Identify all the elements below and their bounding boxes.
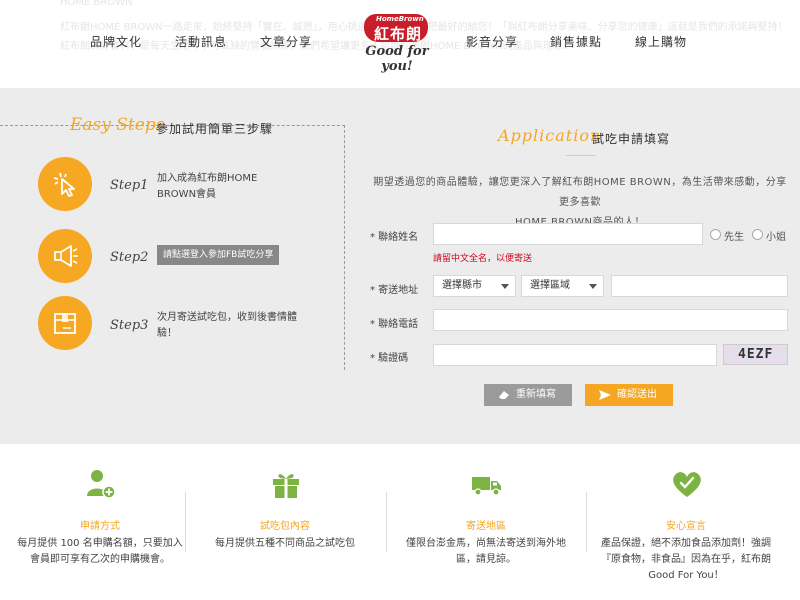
step1-text-line2: BROWN會員 <box>157 189 217 200</box>
district-select-value: 選擇區域 <box>530 280 570 291</box>
feature-text-line: 產品保證，絕不添加食品添加劑！強調 <box>601 538 771 549</box>
district-select[interactable]: 選擇區域 <box>521 275 604 297</box>
megaphone-icon <box>54 245 78 267</box>
feature-text-line: 僅限台澎金馬，尚無法寄送到海外地 <box>406 538 566 549</box>
feature-text: 產品保證，絕不添加食品添加劑！強調 『原食物，非食品』因為在乎，紅布朗 Good… <box>586 536 786 584</box>
feature-title: 試吃包內容 <box>260 521 310 532</box>
gender-ms-radio[interactable] <box>752 229 763 240</box>
captcha-code: 4EZF <box>738 347 774 362</box>
package-icon <box>54 313 76 334</box>
nav-item-brand-culture[interactable]: 品牌文化 <box>90 33 142 50</box>
step1-label: Step1 <box>110 178 149 193</box>
step1-circle <box>38 157 92 211</box>
name-label: * 聯絡姓名 <box>370 232 419 243</box>
feature-safety-declaration: 安心宣言 產品保證，絕不添加食品添加劑！強調 『原食物，非食品』因為在乎，紅布朗… <box>586 444 786 600</box>
brand-logo[interactable]: HomeBrown 紅布朗 Good for you! <box>352 14 442 74</box>
feature-shipping-area: 寄送地區 僅限台澎金馬，尚無法寄送到海外地 區，請見諒。 <box>386 444 586 600</box>
description-line: 期望透過您的商品體驗，讓您更深入了解紅布朗HOME BROWN，為生活帶來感動，… <box>373 177 787 208</box>
nav-item-online-shop[interactable]: 線上購物 <box>635 33 687 50</box>
logo-tagline: Good for you! <box>365 44 429 74</box>
step3-text-line2: 驗！ <box>157 328 177 339</box>
fb-trial-share-button[interactable]: 請點選登入參加FB試吃分享 <box>157 245 280 265</box>
feature-title: 安心宣言 <box>666 521 706 532</box>
captcha-label: * 驗證碼 <box>370 353 409 364</box>
feature-text: 每月提供 100 名申購名額，只要加入 會員即可享有乙次的申購機會。 <box>0 536 200 568</box>
feature-text: 僅限台澎金馬，尚無法寄送到海外地 區，請見諒。 <box>386 536 586 568</box>
truck-icon <box>472 477 501 496</box>
captcha-image[interactable]: 4EZF <box>723 344 788 365</box>
address-input[interactable] <box>611 275 788 297</box>
phone-label: * 聯絡電話 <box>370 319 419 330</box>
submit-button-label: 確認送出 <box>617 389 657 400</box>
logo-main-text: 紅布朗 <box>374 25 423 43</box>
easy-steps-script: Easy Steps <box>70 115 165 135</box>
nav-item-events[interactable]: 活動訊息 <box>175 33 227 50</box>
name-hint: 請留中文全名，以便寄送 <box>433 254 533 264</box>
nav-item-videos[interactable]: 影音分享 <box>466 33 518 50</box>
submit-button[interactable]: 確認送出 <box>585 384 673 406</box>
user-add-icon <box>87 470 116 499</box>
step3-circle <box>38 296 92 350</box>
feature-title: 寄送地區 <box>466 521 506 532</box>
phone-input[interactable] <box>433 309 788 331</box>
step3-text-line1: 次月寄送試吃包，收到後書情體 <box>157 312 297 323</box>
feature-text-line: 區，請見諒。 <box>456 554 516 565</box>
title-divider <box>566 155 596 156</box>
cursor-click-icon <box>53 172 75 197</box>
feature-text-line: 會員即可享有乙次的申購機會。 <box>30 554 170 565</box>
feature-apply-method: 申請方式 每月提供 100 名申購名額，只要加入 會員即可享有乙次的申購機會。 <box>0 444 200 600</box>
application-title: 試吃申請填寫 <box>592 132 671 146</box>
step2-circle <box>38 229 92 283</box>
nav-item-stores[interactable]: 銷售據點 <box>550 33 602 50</box>
reset-button[interactable]: 重新填寫 <box>484 384 572 406</box>
captcha-input[interactable] <box>433 344 717 366</box>
step3-label: Step3 <box>110 318 149 333</box>
county-select[interactable]: 選擇縣市 <box>433 275 516 297</box>
application-script: Application <box>498 126 602 145</box>
name-input[interactable] <box>433 223 703 245</box>
feature-text-line: 『原食物，非食品』因為在乎，紅布朗 <box>601 554 771 565</box>
gift-icon <box>273 474 299 498</box>
address-label: * 寄送地址 <box>370 285 419 296</box>
gender-mr-radio[interactable] <box>710 229 721 240</box>
feature-text: 每月提供五種不同商品之試吃包 <box>185 536 385 552</box>
nav-item-articles[interactable]: 文章分享 <box>260 33 312 50</box>
step2-label: Step2 <box>110 250 149 265</box>
feature-text-line: Good For You！ <box>648 570 724 581</box>
feature-title: 申請方式 <box>80 521 120 532</box>
reset-button-label: 重新填寫 <box>516 389 556 400</box>
eraser-icon <box>499 391 509 399</box>
trial-application-section: Easy Steps 參加試用簡單三步驟 Step1 加入成為紅布朗HOME B… <box>0 88 800 444</box>
header-ghost-text: HOME BROWN <box>60 0 133 8</box>
site-header: HOME BROWN 紅布朗HOME BROWN一路走來，始終堅持「實在、誠懇」… <box>0 0 800 88</box>
feature-package-content: 試吃包內容 每月提供五種不同商品之試吃包 <box>185 444 385 600</box>
feature-text-line: 每月提供五種不同商品之試吃包 <box>215 538 355 549</box>
feature-text-line: 每月提供 100 名申購名額，只要加入 <box>17 538 183 549</box>
step1-text-line1: 加入成為紅布朗HOME <box>157 173 258 184</box>
gender-mr-label: 先生 <box>724 232 744 243</box>
send-icon <box>599 390 611 400</box>
chevron-down-icon <box>501 284 509 289</box>
chevron-down-icon <box>589 284 597 289</box>
steps-panel-title: 參加試用簡單三步驟 <box>156 122 274 136</box>
gender-ms-label: 小姐 <box>766 232 786 243</box>
county-select-value: 選擇縣市 <box>442 280 482 291</box>
heart-shield-icon <box>673 472 701 497</box>
logo-small-text: HomeBrown <box>376 15 424 23</box>
